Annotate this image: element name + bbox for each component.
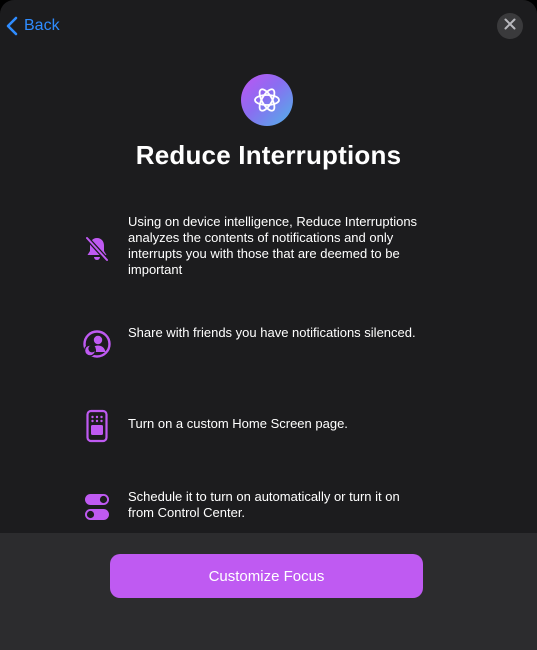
feature-text: Share with friends you have notification…	[128, 325, 416, 340]
close-button[interactable]	[497, 13, 523, 39]
feature-text: Using on device intelligence, Reduce Int…	[128, 214, 418, 277]
focus-setup-sheet: Back Reduce Interruptions Using on devic…	[0, 0, 537, 650]
back-button[interactable]: Back	[6, 13, 60, 39]
focus-atom-icon	[241, 74, 293, 126]
back-label: Back	[24, 17, 60, 34]
bell-slash-icon	[78, 230, 116, 268]
feature-text: Schedule it to turn on automatically or …	[128, 489, 400, 520]
bottom-bar: Customize Focus	[0, 533, 537, 650]
person-moon-icon	[78, 325, 116, 363]
feature-text: Turn on a custom Home Screen page.	[128, 416, 348, 431]
chevron-left-icon	[6, 16, 18, 36]
home-screen-page-icon	[78, 407, 116, 445]
toggle-switches-icon	[78, 488, 116, 526]
xmark-icon	[504, 17, 516, 35]
page-title: Reduce Interruptions	[135, 140, 402, 170]
top-bar: Back	[0, 0, 537, 52]
customize-focus-button[interactable]: Customize Focus	[110, 554, 423, 598]
